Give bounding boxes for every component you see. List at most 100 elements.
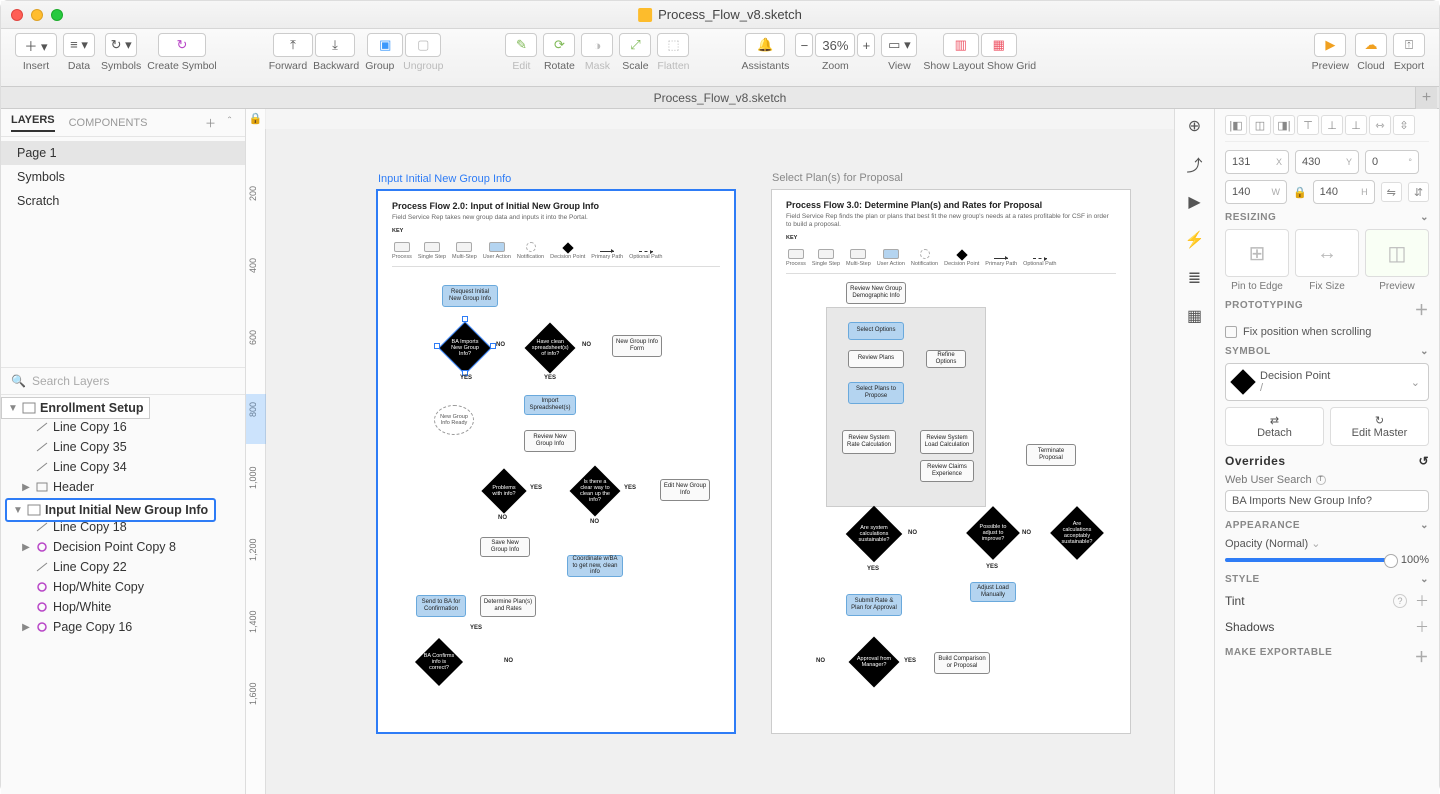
override-text-field[interactable]: BA Imports New Group Info? bbox=[1225, 490, 1429, 512]
layer-item[interactable]: ▼Input Initial New Group Info bbox=[5, 498, 216, 522]
prototype-tool-strip: ⊕ ⤴ ▶ ⚡ ≣ ▦ bbox=[1174, 109, 1214, 794]
artboard-select-plans[interactable]: Select Plan(s) for Proposal Process Flow… bbox=[771, 189, 1131, 734]
insert-button[interactable]: ＋ ▾ bbox=[15, 33, 57, 57]
cloud-button[interactable]: ☁ bbox=[1355, 33, 1387, 57]
layer-item[interactable]: ▼Enrollment Setup bbox=[1, 397, 150, 419]
canvas-area: 🔒 -20002004006008001,0001,2001,4001,6001… bbox=[246, 109, 1174, 794]
export-icon[interactable]: ⤴ bbox=[1184, 153, 1206, 175]
left-sidebar: LAYERS COMPONENTS ＋ ＾ Page 1 Symbols Scr… bbox=[1, 109, 246, 794]
add-tint-button[interactable]: ＋ bbox=[1415, 591, 1429, 611]
vertical-ruler[interactable]: 2004006008001,0001,2001,4001,600 bbox=[246, 129, 266, 794]
align-center-h-button[interactable]: ◫ bbox=[1249, 115, 1271, 135]
flatten-button[interactable]: ⬚ bbox=[657, 33, 689, 57]
backward-button[interactable]: ⤓ bbox=[315, 33, 355, 57]
layer-item[interactable]: Line Copy 22 bbox=[1, 557, 245, 577]
flow-subtitle: Field Service Rep takes new group data a… bbox=[392, 214, 720, 222]
edit-button[interactable]: ✎ bbox=[505, 33, 537, 57]
canvas[interactable]: Input Initial New Group Info Process Flo… bbox=[266, 129, 1174, 794]
window-title: Process_Flow_v8.sketch bbox=[658, 7, 802, 22]
flash-icon[interactable]: ⚡ bbox=[1184, 229, 1206, 251]
prototyping-icon[interactable]: ⊕ bbox=[1184, 115, 1206, 137]
rotate-button[interactable]: ⟳ bbox=[543, 33, 575, 57]
layer-item[interactable]: ▶Page Copy 16 bbox=[1, 617, 245, 637]
list-icon[interactable]: ≣ bbox=[1184, 267, 1206, 289]
zoom-out-button[interactable]: − bbox=[795, 33, 813, 57]
page-item[interactable]: Symbols bbox=[1, 165, 245, 189]
layers-tab[interactable]: LAYERS bbox=[11, 114, 55, 132]
export-button[interactable]: ⍐ bbox=[1393, 33, 1425, 57]
add-tab-button[interactable]: + bbox=[1415, 87, 1437, 109]
reset-overrides-icon[interactable]: ↺ bbox=[1418, 454, 1429, 468]
tint-help-icon[interactable]: ? bbox=[1393, 594, 1407, 608]
align-left-button[interactable]: |◧ bbox=[1225, 115, 1247, 135]
show-layout-button[interactable]: ▥ bbox=[943, 33, 979, 57]
collapse-icon[interactable]: ＾ bbox=[224, 115, 235, 131]
artboard-title: Input Initial New Group Info bbox=[378, 173, 511, 185]
add-export-button[interactable]: ＋ bbox=[1415, 647, 1430, 667]
group-button[interactable]: ▣ bbox=[367, 33, 403, 57]
play-icon[interactable]: ▶ bbox=[1184, 191, 1206, 213]
artboard-input-initial[interactable]: Input Initial New Group Info Process Flo… bbox=[376, 189, 736, 734]
fullscreen-window-button[interactable] bbox=[51, 9, 63, 21]
lock-aspect-icon[interactable]: 🔒 bbox=[1293, 186, 1307, 199]
layer-item[interactable]: Hop/White Copy bbox=[1, 577, 245, 597]
layer-item[interactable]: ▶Decision Point Copy 8 bbox=[1, 537, 245, 557]
opacity-slider[interactable] bbox=[1225, 558, 1393, 562]
layer-item[interactable]: Line Copy 34 bbox=[1, 457, 245, 477]
height-field[interactable]: 140H bbox=[1313, 180, 1375, 204]
document-tab[interactable]: Process_Flow_v8.sketch bbox=[654, 91, 787, 105]
distribute-h-button[interactable]: ⇿ bbox=[1369, 115, 1391, 135]
scale-button[interactable]: ⤢ bbox=[619, 33, 651, 57]
zoom-value[interactable]: 36% bbox=[815, 33, 855, 57]
close-window-button[interactable] bbox=[11, 9, 23, 21]
distribute-v-button[interactable]: ⇳ bbox=[1393, 115, 1415, 135]
add-prototype-button[interactable]: ＋ bbox=[1415, 300, 1430, 320]
pin-edge-box[interactable]: ⊞ bbox=[1225, 229, 1289, 277]
x-field[interactable]: 131X bbox=[1225, 150, 1289, 174]
add-page-icon[interactable]: ＋ bbox=[205, 115, 216, 131]
page-item[interactable]: Scratch bbox=[1, 189, 245, 213]
view-button[interactable]: ▭ ▾ bbox=[881, 33, 917, 57]
page-item[interactable]: Page 1 bbox=[1, 141, 245, 165]
resize-preview-box[interactable]: ◫ bbox=[1365, 229, 1429, 277]
assistants-button[interactable]: 🔔 bbox=[745, 33, 785, 57]
create-symbol-button[interactable]: ↻ bbox=[158, 33, 206, 57]
align-right-button[interactable]: ◨| bbox=[1273, 115, 1295, 135]
preview-button[interactable]: ▶ bbox=[1314, 33, 1346, 57]
align-bottom-button[interactable]: ⊥ bbox=[1345, 115, 1367, 135]
layer-item[interactable]: Hop/White bbox=[1, 597, 245, 617]
inspector: |◧ ◫ ◨| ⊤ ⊥ ⊥ ⇿ ⇳ 131X 430Y 0° 140W 🔒 14… bbox=[1214, 109, 1439, 794]
search-layers-input[interactable]: 🔍 Search Layers bbox=[1, 367, 245, 395]
width-field[interactable]: 140W bbox=[1225, 180, 1287, 204]
y-field[interactable]: 430Y bbox=[1295, 150, 1359, 174]
fix-scroll-checkbox[interactable]: Fix position when scrolling bbox=[1225, 326, 1429, 338]
page-list: Page 1 Symbols Scratch bbox=[1, 137, 245, 217]
symbols-button[interactable]: ↻ ▾ bbox=[105, 33, 137, 57]
ungroup-button[interactable]: ▢ bbox=[405, 33, 441, 57]
zoom-in-button[interactable]: + bbox=[857, 33, 875, 57]
layer-item[interactable]: Line Copy 35 bbox=[1, 437, 245, 457]
edit-master-button[interactable]: ↻Edit Master bbox=[1330, 407, 1429, 446]
flip-h-button[interactable]: ⇋ bbox=[1381, 182, 1402, 202]
layer-item[interactable]: ▶Header bbox=[1, 477, 245, 497]
align-top-button[interactable]: ⊤ bbox=[1297, 115, 1319, 135]
minimize-window-button[interactable] bbox=[31, 9, 43, 21]
components-tab[interactable]: COMPONENTS bbox=[69, 117, 148, 129]
selected-decision-point[interactable]: BA Imports New Group Info? bbox=[440, 322, 491, 373]
detach-button[interactable]: ⇄Detach bbox=[1225, 407, 1324, 446]
forward-button[interactable]: ⤒ bbox=[273, 33, 313, 57]
mask-button[interactable]: ◑ bbox=[581, 33, 613, 57]
diamond-icon bbox=[1230, 369, 1255, 394]
artboard-title: Select Plan(s) for Proposal bbox=[772, 172, 903, 184]
window-titlebar: Process_Flow_v8.sketch bbox=[1, 1, 1439, 29]
symbol-selector[interactable]: Decision Point/ ⌄ bbox=[1225, 363, 1429, 401]
fix-size-box[interactable]: ↔ bbox=[1295, 229, 1359, 277]
show-grid-button[interactable]: ▦ bbox=[981, 33, 1017, 57]
add-shadow-button[interactable]: ＋ bbox=[1415, 617, 1429, 637]
grid-icon[interactable]: ▦ bbox=[1184, 305, 1206, 327]
data-button[interactable]: ≡ ▾ bbox=[63, 33, 95, 57]
angle-field[interactable]: 0° bbox=[1365, 150, 1419, 174]
layer-item[interactable]: Line Copy 16 bbox=[1, 417, 245, 437]
flip-v-button[interactable]: ⇵ bbox=[1408, 182, 1429, 202]
align-center-v-button[interactable]: ⊥ bbox=[1321, 115, 1343, 135]
